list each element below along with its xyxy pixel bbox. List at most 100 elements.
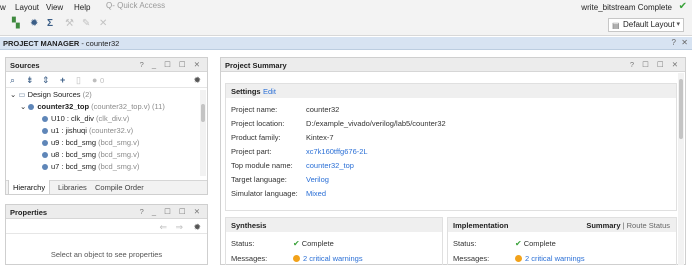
properties-title: Properties bbox=[10, 208, 48, 217]
implementation-messages-link[interactable]: 2 critical warnings bbox=[515, 254, 585, 263]
hierarchy-icon[interactable]: ▚ bbox=[12, 19, 20, 29]
tree-item-label: u9 : bcd_smg bbox=[51, 138, 97, 147]
quick-access-search[interactable]: Q- Quick Access bbox=[104, 1, 184, 12]
chevron-down-icon: ▾ bbox=[676, 21, 680, 28]
menu-item-help[interactable]: Help bbox=[74, 3, 90, 12]
hammer-icon[interactable]: ⚒ bbox=[65, 19, 74, 29]
tab-hierarchy[interactable]: Hierarchy bbox=[8, 180, 51, 195]
top-module-link[interactable]: counter32_top bbox=[306, 161, 354, 170]
tree-item[interactable]: u9 : bcd_smg (bcd_smg.v) bbox=[42, 138, 139, 149]
properties-panel: Properties ? _ ☐ ☐ ✕ ⇐ ⇒ ✹ Select an obj… bbox=[5, 204, 208, 265]
menu-bar: w Layout View Help Q- Quick Access write… bbox=[0, 0, 692, 14]
setting-label: Project name: bbox=[231, 105, 278, 114]
check-icon: ✔ bbox=[515, 239, 522, 248]
gear-icon[interactable]: ✹ bbox=[193, 222, 201, 233]
main-toolbar: ▚ ✹ Σ ⚒ ✎ ✕ ▤ Default Layout ▾ bbox=[0, 14, 692, 36]
layout-dropdown[interactable]: ▤ Default Layout ▾ bbox=[608, 18, 684, 32]
setting-label: Target language: bbox=[231, 175, 287, 184]
sources-panel: Sources ? _ ☐ ☐ ✕ ⌕ ⇟ ⇕ + ▯ ● 0 ✹ ⌄ ▭ De… bbox=[5, 57, 208, 195]
chevron-down-icon[interactable]: ⌄ bbox=[20, 102, 26, 111]
tree-group-count: (2) bbox=[82, 90, 92, 99]
close-icon[interactable]: ✕ bbox=[681, 38, 688, 47]
simulator-language-link[interactable]: Mixed bbox=[306, 189, 326, 198]
document-icon[interactable]: ▯ bbox=[76, 75, 81, 86]
module-icon bbox=[42, 164, 48, 170]
messages-value: 2 critical warnings bbox=[303, 254, 363, 263]
project-name-label: - counter32 bbox=[79, 39, 120, 48]
menu-item-window[interactable]: w bbox=[0, 3, 6, 12]
warning-icon bbox=[293, 255, 300, 262]
help-icon[interactable]: ? bbox=[672, 38, 676, 47]
synthesis-title: Synthesis bbox=[231, 221, 267, 230]
settings-edit-link[interactable]: Edit bbox=[263, 87, 276, 96]
setting-label: Project location: bbox=[231, 119, 285, 128]
setting-value: counter32 bbox=[306, 105, 340, 114]
tree-item-meta: (bcd_smg.v) bbox=[98, 150, 140, 159]
status-dot-icon: ● bbox=[92, 75, 98, 85]
forward-arrow-icon[interactable]: ⇒ bbox=[175, 222, 183, 233]
tree-item[interactable]: U10 : clk_div (clk_div.v) bbox=[42, 114, 129, 125]
add-icon[interactable]: + bbox=[60, 75, 65, 85]
close-x-icon[interactable]: ✕ bbox=[99, 19, 107, 29]
tree-group-design-sources[interactable]: ⌄ ▭ Design Sources (2) bbox=[10, 90, 92, 101]
project-manager-label: PROJECT MANAGER bbox=[3, 39, 80, 48]
messages-label: Messages: bbox=[453, 254, 490, 263]
project-manager-title: PROJECT MANAGER - counter32 bbox=[3, 39, 119, 48]
tab-compile-order[interactable]: Compile Order bbox=[95, 183, 144, 192]
sources-scrollbar[interactable] bbox=[200, 90, 206, 176]
tree-item-label: u1 : jishuqi bbox=[51, 126, 87, 135]
implementation-header: Implementation Summary | Route Status bbox=[448, 218, 676, 232]
tree-item-meta: (bcd_smg.v) bbox=[98, 162, 140, 171]
wrench-icon[interactable]: ✎ bbox=[82, 19, 90, 29]
scrollbar-thumb[interactable] bbox=[201, 104, 205, 122]
gear-icon[interactable]: ✹ bbox=[30, 19, 38, 29]
expand-all-icon[interactable]: ⇕ bbox=[42, 75, 50, 86]
settings-title: Settings bbox=[231, 87, 261, 96]
gear-icon[interactable]: ✹ bbox=[193, 75, 201, 86]
layout-dropdown-label: Default Layout bbox=[623, 20, 675, 29]
module-icon bbox=[28, 104, 35, 110]
summary-scrollbar[interactable] bbox=[678, 73, 684, 265]
target-language-link[interactable]: Verilog bbox=[306, 175, 329, 184]
setting-label: Project part: bbox=[231, 147, 272, 156]
module-icon bbox=[42, 152, 48, 158]
menu-item-view[interactable]: View bbox=[46, 3, 63, 12]
tree-item[interactable]: u7 : bcd_smg (bcd_smg.v) bbox=[42, 162, 139, 173]
setting-label: Product family: bbox=[231, 133, 281, 142]
synthesis-messages-link[interactable]: 2 critical warnings bbox=[293, 254, 363, 263]
collapse-all-icon[interactable]: ⇟ bbox=[26, 75, 34, 86]
settings-header: Settings Edit bbox=[226, 84, 676, 98]
properties-toolbar: ⇐ ⇒ ✹ bbox=[6, 220, 207, 234]
project-manager-bar: PROJECT MANAGER - counter32 ? ✕ bbox=[0, 37, 692, 50]
menu-item-layout[interactable]: Layout bbox=[15, 3, 39, 12]
sources-header: Sources ? _ ☐ ☐ ✕ bbox=[6, 58, 207, 72]
implementation-title: Implementation bbox=[453, 221, 509, 230]
properties-empty-message: Select an object to see properties bbox=[50, 250, 163, 259]
implementation-status: ✔ Complete bbox=[515, 239, 556, 248]
panel-window-controls[interactable]: ? ☐ ☐ ✕ bbox=[630, 60, 681, 69]
setting-label: Top module name: bbox=[231, 161, 293, 170]
tree-item[interactable]: u1 : jishuqi (counter32.v) bbox=[42, 126, 133, 137]
sources-tabs: Hierarchy Libraries Compile Order bbox=[6, 180, 207, 195]
sigma-icon[interactable]: Σ bbox=[47, 19, 53, 29]
tree-item-meta: (counter32_top.v) (11) bbox=[91, 102, 165, 111]
tree-item[interactable]: u8 : bcd_smg (bcd_smg.v) bbox=[42, 150, 139, 161]
summary-link[interactable]: Summary bbox=[586, 221, 620, 230]
chevron-down-icon[interactable]: ⌄ bbox=[10, 90, 16, 99]
panel-window-controls[interactable]: ? _ ☐ ☐ ✕ bbox=[140, 207, 203, 216]
route-status-link[interactable]: Route Status bbox=[627, 221, 670, 230]
implementation-card: Implementation Summary | Route Status St… bbox=[447, 217, 677, 265]
scrollbar-thumb[interactable] bbox=[679, 79, 683, 139]
panel-window-controls[interactable]: ? _ ☐ ☐ ✕ bbox=[140, 60, 203, 69]
search-icon[interactable]: ⌕ bbox=[10, 75, 15, 86]
properties-header: Properties ? _ ☐ ☐ ✕ bbox=[6, 205, 207, 219]
tab-libraries[interactable]: Libraries bbox=[58, 183, 87, 192]
summary-header: Project Summary ? ☐ ☐ ✕ bbox=[221, 58, 685, 72]
tree-item-top-module[interactable]: ⌄ counter32_top (counter32_top.v) (11) bbox=[20, 102, 165, 113]
status-value: Complete bbox=[523, 239, 556, 248]
status-label: Status: bbox=[231, 239, 255, 248]
project-part-link[interactable]: xc7k160tffg676-2L bbox=[306, 147, 368, 156]
sources-tree: ⌄ ▭ Design Sources (2) ⌄ counter32_top (… bbox=[6, 89, 199, 177]
back-arrow-icon[interactable]: ⇐ bbox=[159, 222, 167, 233]
module-icon bbox=[42, 128, 48, 134]
